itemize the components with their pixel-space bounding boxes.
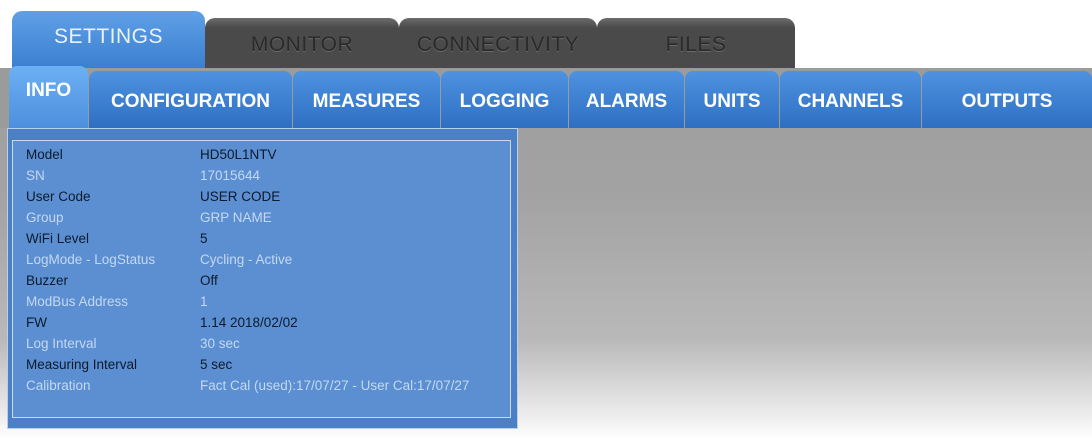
info-label: SN	[26, 168, 45, 183]
info-table: Model HD50L1NTV SN 17015644 User Code US…	[12, 140, 511, 418]
sub-tab-bar: INFO CONFIGURATION MEASURES LOGGING ALAR…	[0, 66, 1092, 128]
tab-settings[interactable]: SETTINGS	[12, 11, 205, 68]
subtab-outputs[interactable]: OUTPUTS	[922, 71, 1092, 128]
info-value: 17015644	[200, 168, 261, 183]
info-value: Fact Cal (used):17/07/27 - User Cal:17/0…	[200, 378, 470, 393]
info-label: Model	[26, 147, 63, 162]
info-label: FW	[26, 315, 47, 330]
info-label: Group	[26, 210, 64, 225]
tab-connectivity[interactable]: CONNECTIVITY	[399, 18, 597, 68]
info-label: Calibration	[26, 378, 91, 393]
info-label: ModBus Address	[26, 294, 129, 309]
info-label: Measuring Interval	[26, 357, 138, 372]
top-tab-bar: SETTINGS MONITOR CONNECTIVITY FILES	[0, 0, 1092, 68]
info-value: USER CODE	[200, 189, 281, 204]
subtab-alarms[interactable]: ALARMS	[569, 71, 684, 128]
subtab-units[interactable]: UNITS	[685, 71, 779, 128]
subtab-configuration[interactable]: CONFIGURATION	[89, 71, 292, 128]
subtab-logging[interactable]: LOGGING	[441, 71, 568, 128]
subtab-measures[interactable]: MEASURES	[293, 71, 440, 128]
info-value: 30 sec	[200, 336, 240, 351]
info-value: GRP NAME	[200, 210, 272, 225]
info-value: 5 sec	[200, 357, 233, 372]
info-label: LogMode - LogStatus	[26, 252, 156, 267]
info-value: 1.14 2018/02/02	[200, 315, 298, 330]
info-label: Log Interval	[26, 336, 97, 351]
info-value: Cycling - Active	[200, 252, 293, 267]
info-value: 1	[200, 294, 208, 309]
info-label: Buzzer	[26, 273, 69, 288]
subtab-info[interactable]: INFO	[9, 66, 88, 128]
info-value: HD50L1NTV	[200, 147, 277, 162]
info-value: 5	[200, 231, 208, 246]
app-frame: SETTINGS MONITOR CONNECTIVITY FILES INFO…	[0, 0, 1092, 444]
info-panel: Model HD50L1NTV SN 17015644 User Code US…	[7, 128, 518, 429]
info-label: WiFi Level	[26, 231, 90, 246]
subtab-channels[interactable]: CHANNELS	[780, 71, 921, 128]
info-value: Off	[200, 273, 218, 288]
tab-files[interactable]: FILES	[597, 18, 795, 68]
tab-monitor[interactable]: MONITOR	[205, 18, 399, 68]
info-label: User Code	[26, 189, 91, 204]
